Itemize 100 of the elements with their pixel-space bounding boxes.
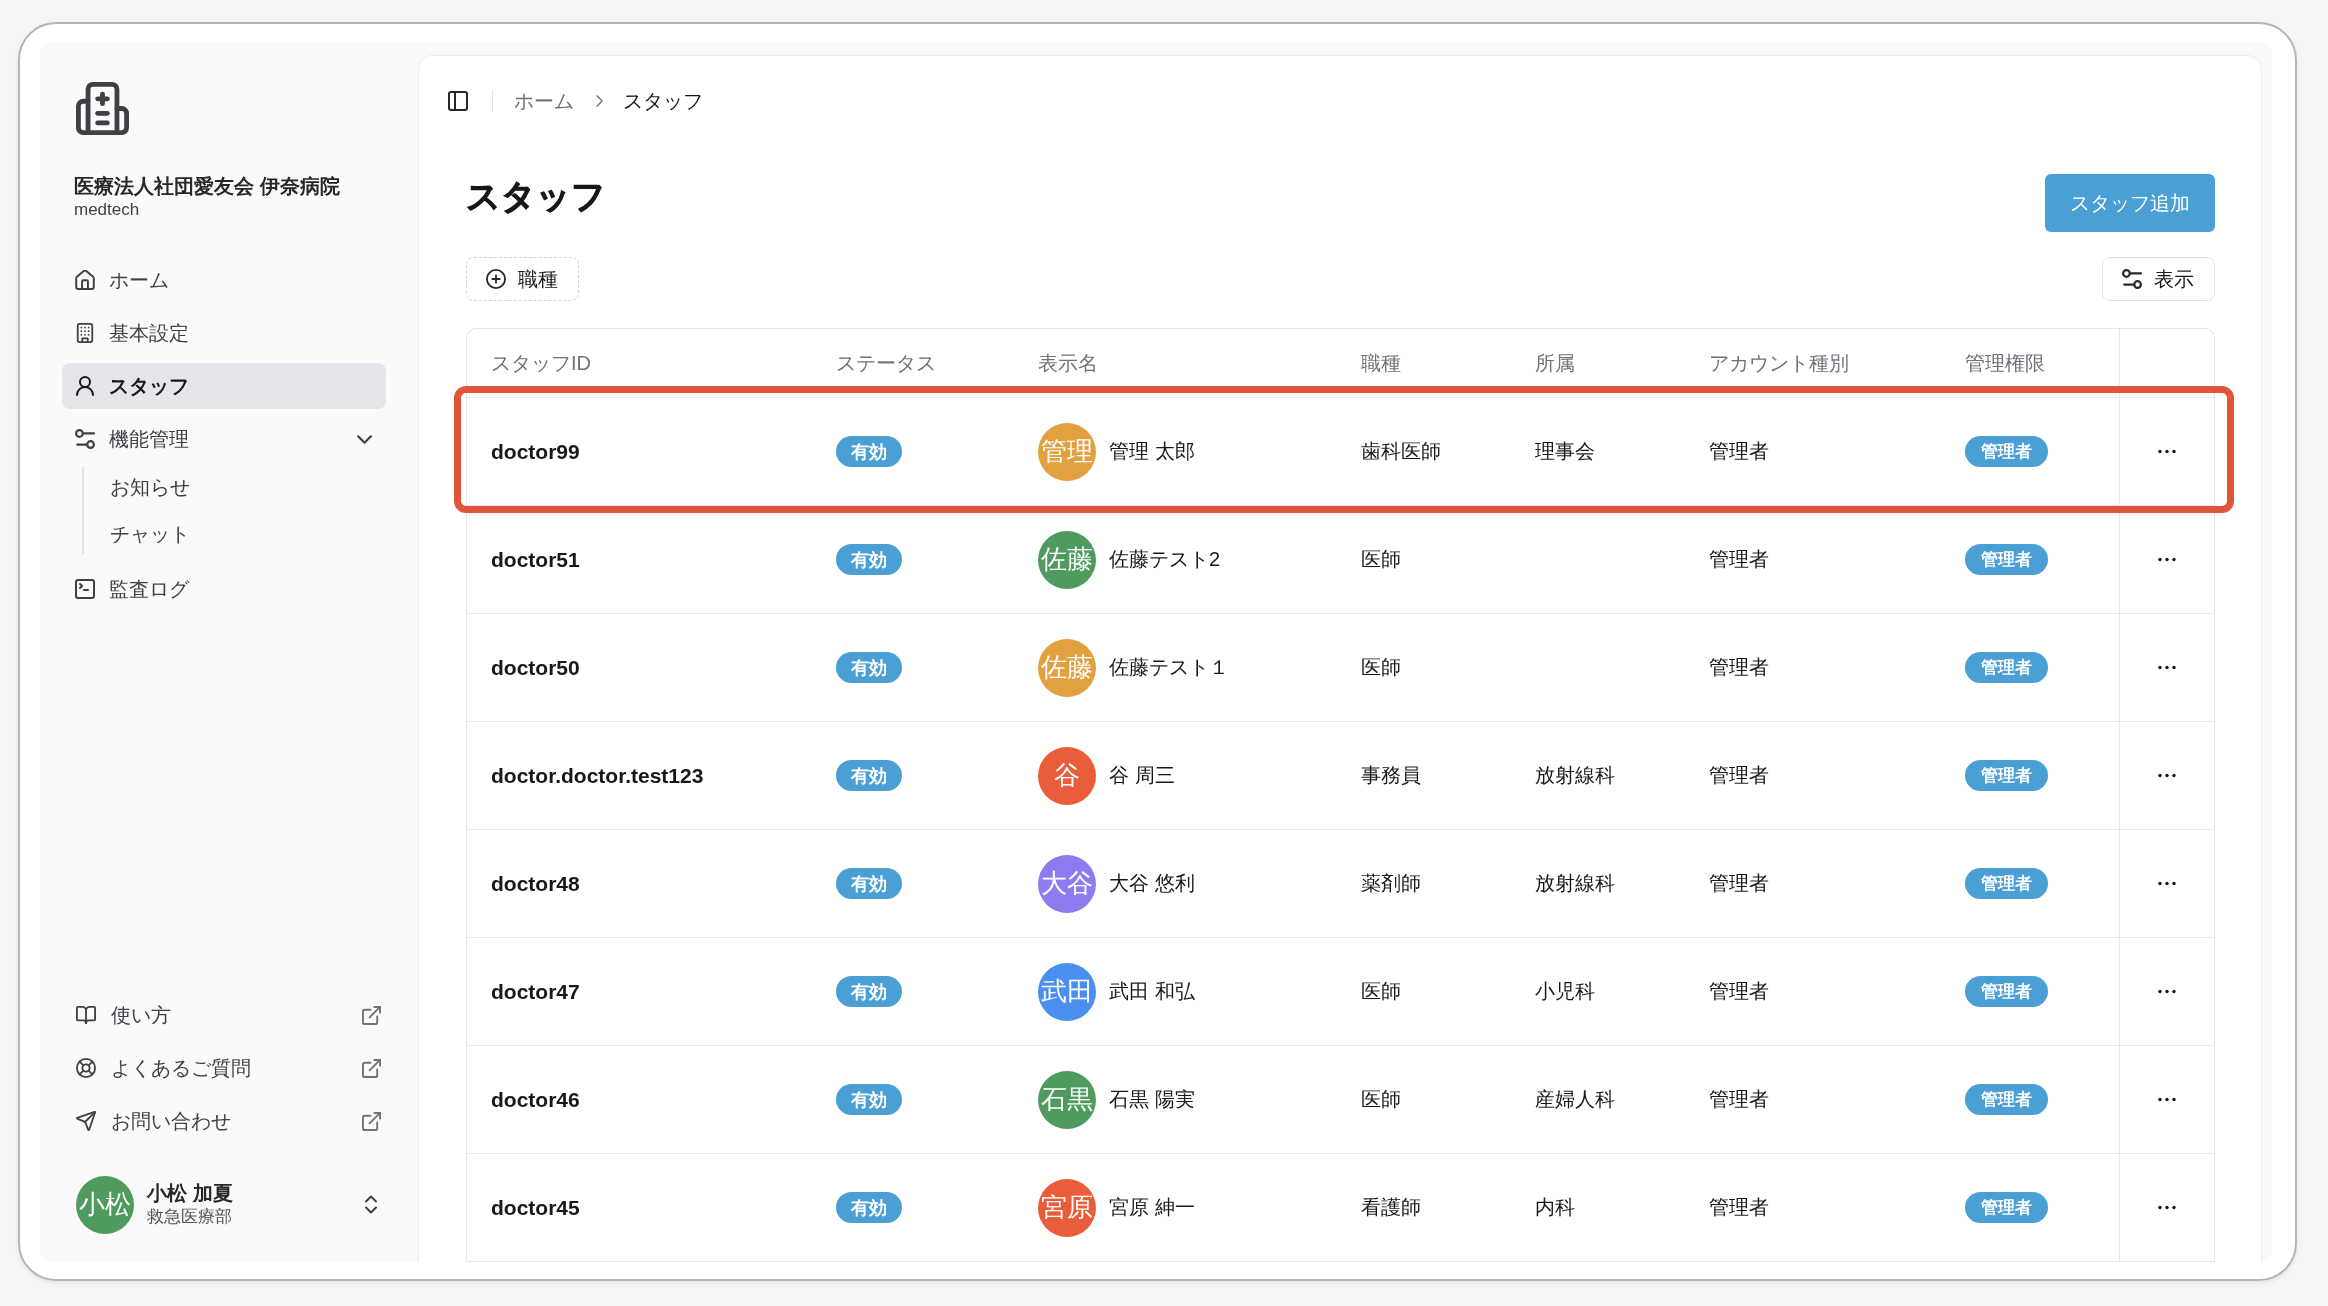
view-options-button[interactable]: 表示: [2102, 257, 2215, 301]
avatar: 宮原: [1038, 1178, 1096, 1237]
account-type: 管理者: [1709, 547, 1769, 572]
avatar: 武田: [1038, 962, 1096, 1021]
column-header: 管理権限: [1965, 350, 2045, 376]
avatar: 佐藤: [1038, 530, 1096, 589]
status-badge: 有効: [836, 1084, 902, 1115]
avatar: 大谷: [1038, 854, 1096, 913]
chevrons-up-down-icon[interactable]: [365, 1195, 377, 1214]
staff-id: doctor51: [491, 547, 580, 572]
column-header: ステータス: [836, 350, 936, 376]
department-name: 小児科: [1535, 979, 1595, 1004]
role-badge: 管理者: [1965, 760, 2048, 791]
display-name: 石黒 陽実: [1109, 1087, 1195, 1112]
nav-item[interactable]: 機能管理: [62, 416, 386, 462]
lifebuoy-icon: [76, 1058, 96, 1078]
user-icon: [75, 376, 95, 396]
staff-id: doctor45: [491, 1195, 580, 1220]
external-link-icon: [362, 1111, 381, 1131]
role-badge: 管理者: [1965, 1084, 2048, 1115]
account-type: 管理者: [1709, 1195, 1769, 1220]
column-header: 所属: [1535, 350, 1575, 376]
ellipsis-icon[interactable]: [2158, 665, 2176, 670]
staff-id: doctor50: [491, 655, 580, 680]
chevron-down-icon[interactable]: [357, 434, 372, 444]
nav-item[interactable]: ホーム: [62, 257, 386, 303]
role-badge: 管理者: [1965, 652, 2048, 683]
nav-subitem[interactable]: チャット: [84, 514, 200, 554]
breadcrumb-current: スタッフ: [623, 88, 703, 114]
home-icon: [75, 270, 95, 290]
avatar: 管理: [1038, 422, 1096, 481]
job-type: 歯科医師: [1361, 439, 1441, 464]
plus-circle-icon: [486, 269, 506, 289]
breadcrumb-link[interactable]: ホーム: [514, 87, 574, 115]
nav-subitem[interactable]: お知らせ: [84, 467, 200, 507]
account-type: 管理者: [1709, 655, 1769, 680]
organization-subtitle: medtech: [73, 199, 141, 221]
ellipsis-icon[interactable]: [2158, 881, 2176, 886]
account-type: 管理者: [1709, 1087, 1769, 1112]
display-name: 武田 和弘: [1109, 979, 1195, 1004]
column-header: アカウント種別: [1709, 350, 1849, 376]
staff-id: doctor99: [491, 439, 580, 464]
nav-item[interactable]: 監査ログ: [62, 566, 386, 612]
column-header: 表示名: [1038, 350, 1098, 376]
ellipsis-icon[interactable]: [2158, 1205, 2176, 1210]
staff-id: doctor46: [491, 1087, 580, 1112]
chevron-right-icon: [596, 95, 603, 107]
column-header: スタッフID: [491, 350, 591, 376]
help-link[interactable]: よくあるご質問: [62, 1045, 386, 1091]
help-link[interactable]: 使い方: [62, 992, 386, 1038]
external-link-icon: [362, 1005, 381, 1025]
terminal-icon: [75, 579, 95, 599]
account-type: 管理者: [1709, 439, 1769, 464]
ellipsis-icon[interactable]: [2158, 557, 2176, 562]
avatar: 石黒: [1038, 1070, 1096, 1129]
department-name: 産婦人科: [1535, 1087, 1615, 1112]
building-icon: [75, 323, 95, 343]
status-badge: 有効: [836, 652, 902, 683]
job-type: 事務員: [1361, 763, 1421, 788]
ellipsis-icon[interactable]: [2158, 773, 2176, 778]
avatar: 佐藤: [1038, 638, 1096, 697]
paper-plane-icon: [76, 1111, 96, 1131]
status-badge: 有効: [836, 760, 902, 791]
nav-item[interactable]: スタッフ: [62, 363, 386, 409]
role-badge: 管理者: [1965, 868, 2048, 899]
job-type: 薬剤師: [1361, 871, 1421, 896]
hospital-icon: [76, 82, 129, 135]
page-title: スタッフ: [466, 176, 606, 217]
user-name: 小松 加夏: [147, 1181, 233, 1206]
job-type-filter-button[interactable]: 職種: [466, 257, 579, 301]
role-badge: 管理者: [1965, 544, 2048, 575]
department-name: 放射線科: [1535, 871, 1615, 896]
organization-name: 医療法人社団愛友会 伊奈病院: [73, 174, 341, 199]
ellipsis-icon[interactable]: [2158, 989, 2176, 994]
department-name: 理事会: [1535, 439, 1595, 464]
ellipsis-icon[interactable]: [2158, 449, 2176, 454]
display-name: 宮原 紳一: [1109, 1195, 1195, 1220]
display-name: 佐藤テスト１: [1109, 655, 1229, 680]
book-open-icon: [76, 1005, 96, 1025]
role-badge: 管理者: [1965, 976, 2048, 1007]
display-name: 谷 周三: [1109, 763, 1175, 788]
status-badge: 有効: [836, 976, 902, 1007]
status-badge: 有効: [836, 436, 902, 467]
column-header: 職種: [1361, 350, 1401, 376]
avatar: 谷: [1038, 746, 1096, 805]
help-link[interactable]: お問い合わせ: [62, 1098, 386, 1144]
department-name: 放射線科: [1535, 763, 1615, 788]
role-badge: 管理者: [1965, 1192, 2048, 1223]
sliders-icon: [75, 429, 95, 449]
job-type: 医師: [1361, 979, 1401, 1004]
department-name: 内科: [1535, 1195, 1575, 1220]
sidebar-toggle-icon[interactable]: [448, 91, 468, 111]
status-badge: 有効: [836, 544, 902, 575]
external-link-icon: [362, 1058, 381, 1078]
status-badge: 有効: [836, 1192, 902, 1223]
staff-id: doctor47: [491, 979, 580, 1004]
nav-item[interactable]: 基本設定: [62, 310, 386, 356]
ellipsis-icon[interactable]: [2158, 1097, 2176, 1102]
display-name: 管理 太郎: [1109, 439, 1195, 464]
staff-id: doctor.doctor.test123: [491, 763, 704, 788]
